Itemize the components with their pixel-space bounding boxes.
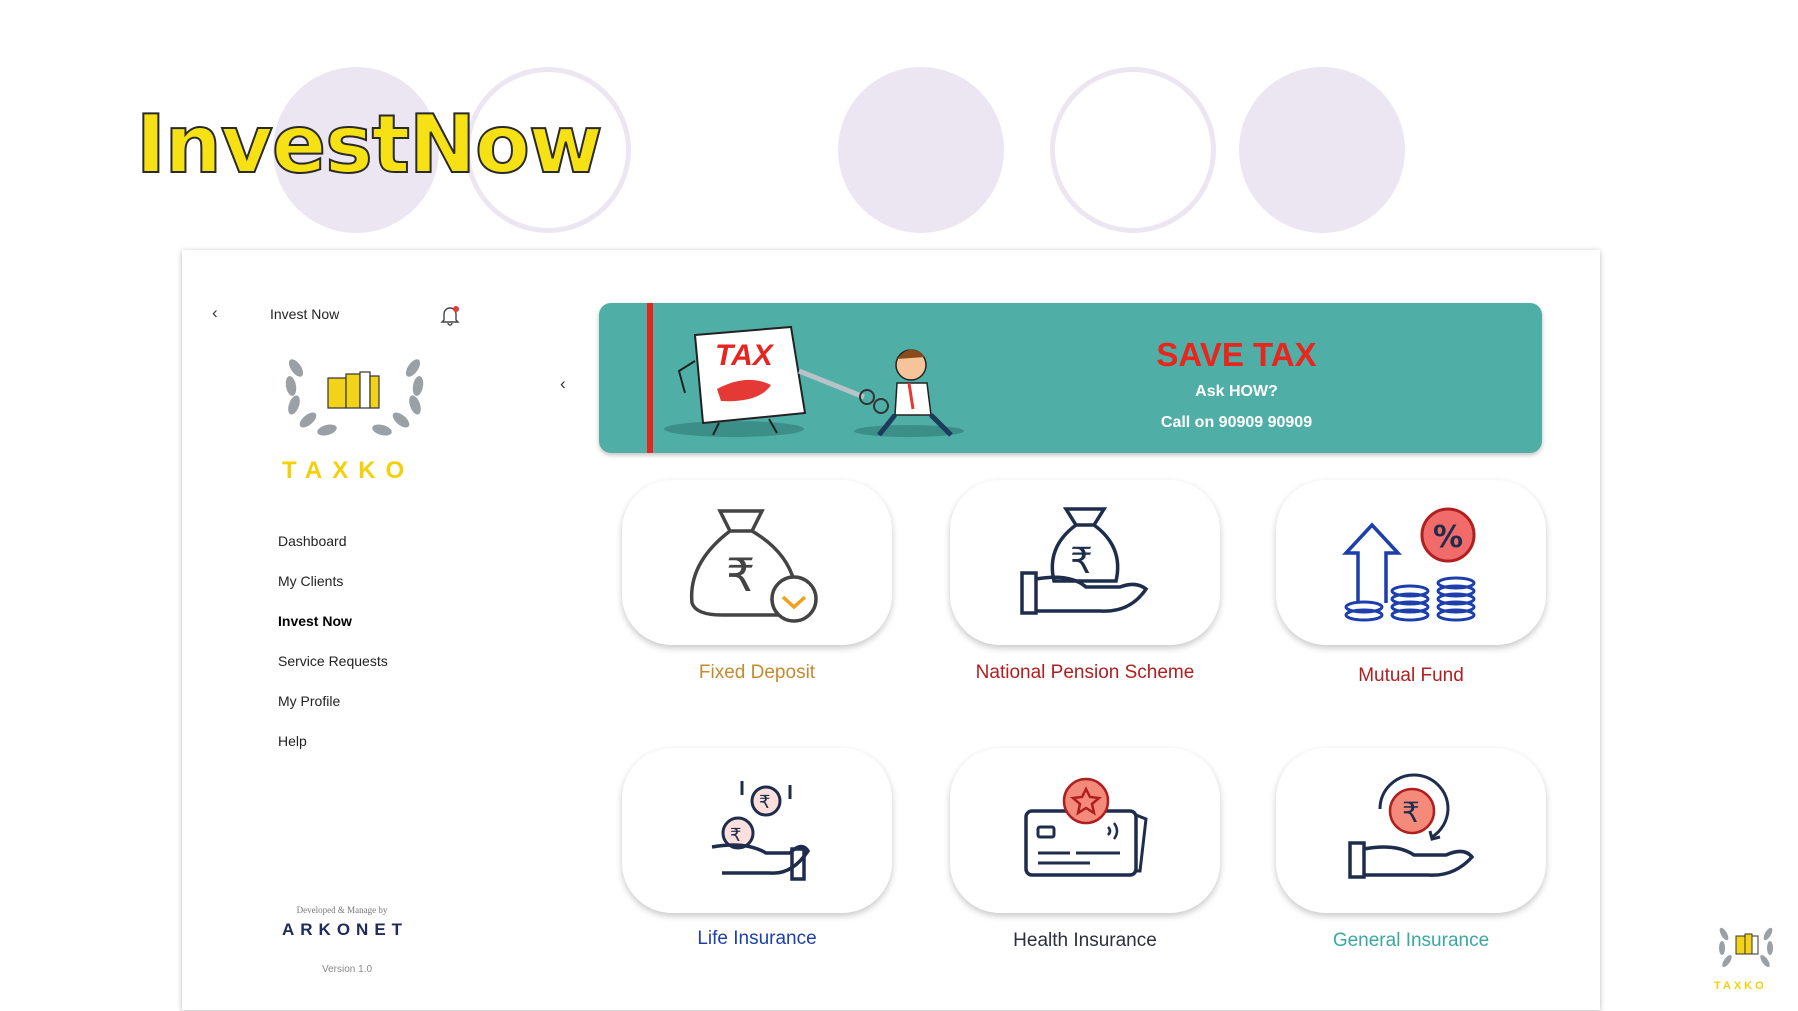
tile-label: National Pension Scheme xyxy=(975,662,1195,683)
sidebar-nav: Dashboard My Clients Invest Now Service … xyxy=(278,533,388,773)
banner-art-text: TAX xyxy=(715,339,775,372)
decorative-circle xyxy=(1239,67,1405,233)
tile-label: Fixed Deposit xyxy=(698,662,816,683)
banner-subline: Ask HOW? xyxy=(1195,383,1278,400)
sidebar-item-dashboard[interactable]: Dashboard xyxy=(278,533,388,573)
tile-card: % xyxy=(1276,480,1546,645)
promo-banner[interactable]: TAX SAVE TAX Ask HOW? Call on 90909 9090… xyxy=(599,303,1542,453)
hand-money-bag-icon: ₹ xyxy=(1020,506,1149,615)
decorative-circle xyxy=(838,67,1004,233)
sidebar: ‹ Invest Now TAXKO Dashboard My Clients … xyxy=(182,250,502,1010)
tile-card: ₹ xyxy=(1276,748,1546,913)
brand-name: TAXKO xyxy=(282,457,415,484)
sidebar-item-my-clients[interactable]: My Clients xyxy=(278,573,388,613)
tile-label: Mutual Fund xyxy=(1358,665,1464,686)
tile-general-insurance[interactable]: ₹ General Insurance xyxy=(1276,748,1546,988)
back-icon[interactable]: ‹ xyxy=(212,303,218,323)
money-bag-checkmark-icon: ₹ xyxy=(689,508,818,623)
sidebar-header: ‹ Invest Now xyxy=(212,303,462,327)
coins-growth-percent-icon: % xyxy=(1341,507,1476,621)
notification-bell-icon[interactable] xyxy=(438,303,462,332)
collapse-sidebar-icon[interactable]: ‹ xyxy=(560,374,566,394)
tile-label: Health Insurance xyxy=(1013,930,1157,951)
svg-text:₹: ₹ xyxy=(726,548,755,602)
tile-card: ₹ xyxy=(950,480,1220,645)
sidebar-item-my-profile[interactable]: My Profile xyxy=(278,693,388,733)
banner-stripe xyxy=(647,303,653,453)
taxko-logo-icon xyxy=(282,348,427,438)
developer-logo: ARKONET xyxy=(282,920,409,939)
banner-headline: SAVE TAX xyxy=(1156,336,1317,373)
version-text: Version 1.0 xyxy=(322,964,373,975)
tile-national-pension-scheme[interactable]: ₹ National Pension Scheme xyxy=(950,480,1220,720)
banner-call-text: Call on 90909 90909 xyxy=(1160,414,1313,431)
svg-text:₹: ₹ xyxy=(730,825,741,846)
sidebar-header-title: Invest Now xyxy=(270,306,340,322)
slide-title: InvestNow xyxy=(135,98,604,191)
corner-brand-name: TAXKO xyxy=(1714,980,1767,992)
hand-rupee-coin-icon: ₹ xyxy=(1348,773,1475,879)
tax-cut-illustration-icon: TAX xyxy=(664,325,964,437)
tile-label: General Insurance xyxy=(1332,930,1490,951)
svg-text:₹: ₹ xyxy=(1070,541,1093,582)
tile-card: ₹ xyxy=(622,480,892,645)
tile-fixed-deposit[interactable]: ₹ Fixed Deposit xyxy=(622,480,892,720)
sidebar-item-invest-now[interactable]: Invest Now xyxy=(278,613,388,653)
developer-note: Developed & Manage by xyxy=(296,905,388,915)
tile-card: ₹ ₹ xyxy=(622,748,892,913)
svg-text:₹: ₹ xyxy=(1402,796,1420,829)
insurance-card-icon xyxy=(1024,777,1148,877)
app-screenshot-frame: ‹ Invest Now TAXKO Dashboard My Clients … xyxy=(182,250,1600,1010)
tile-mutual-fund[interactable]: % Mutual Fund xyxy=(1276,480,1546,720)
svg-text:%: % xyxy=(1433,520,1463,555)
tile-card xyxy=(950,748,1220,913)
sidebar-item-help[interactable]: Help xyxy=(278,733,388,773)
sidebar-item-service-requests[interactable]: Service Requests xyxy=(278,653,388,693)
tile-label: Life Insurance xyxy=(697,928,817,949)
decorative-circle xyxy=(1050,67,1216,233)
tile-health-insurance[interactable]: Health Insurance xyxy=(950,748,1220,988)
svg-text:₹: ₹ xyxy=(759,792,770,813)
hand-coins-icon: ₹ ₹ xyxy=(711,780,811,881)
tile-life-insurance[interactable]: ₹ ₹ Life Insurance xyxy=(622,748,892,988)
